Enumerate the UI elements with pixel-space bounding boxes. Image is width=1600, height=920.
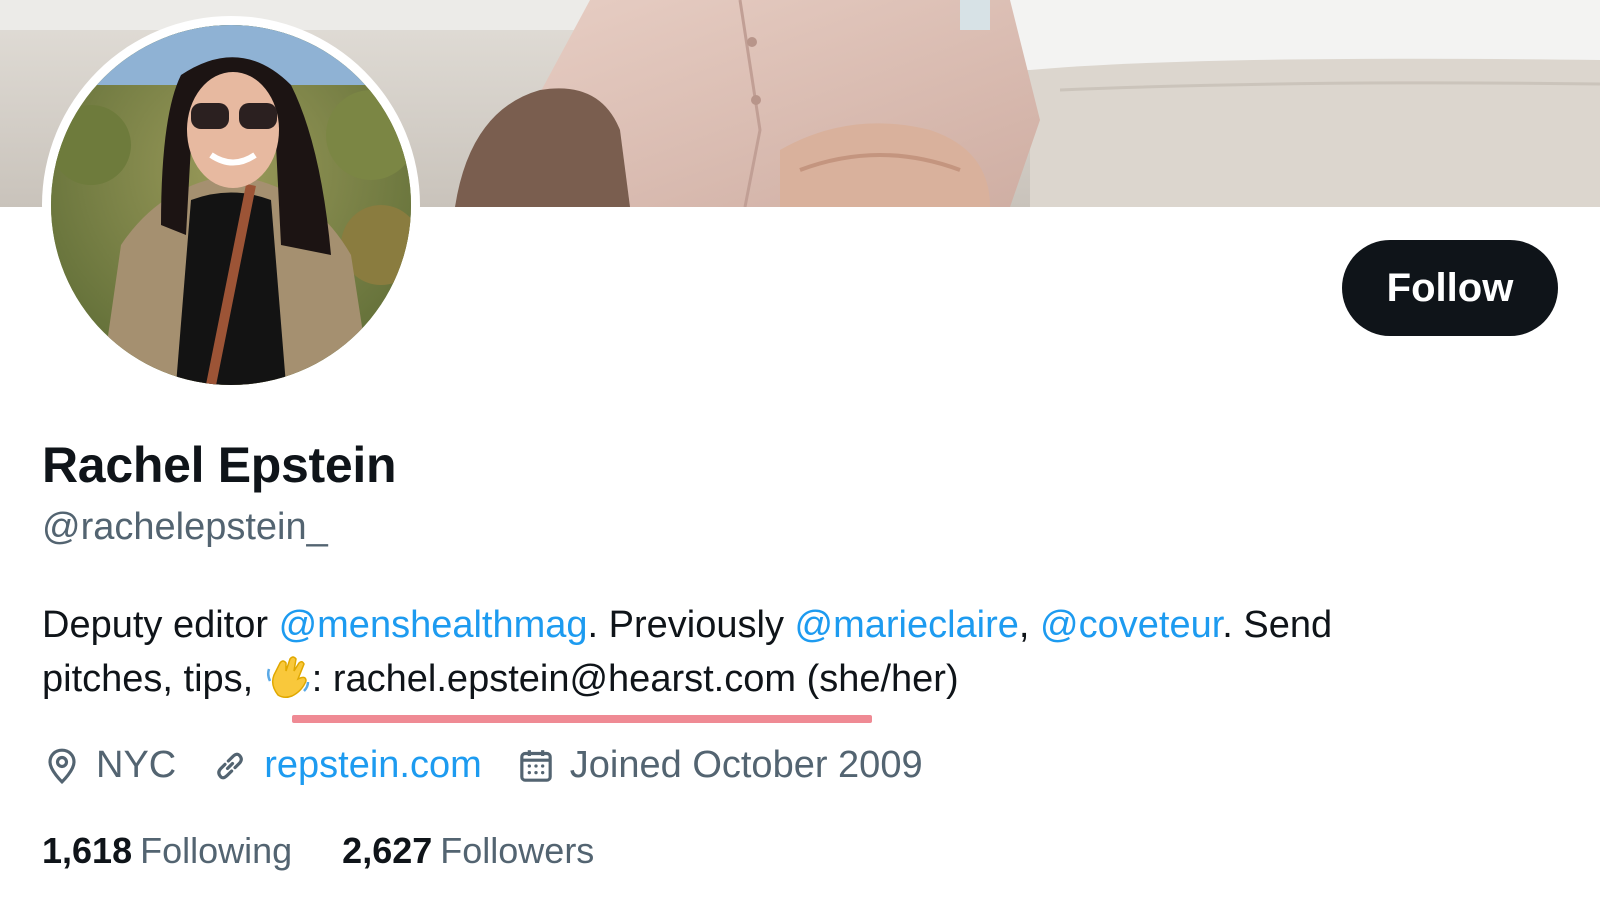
following-label: Following — [140, 830, 293, 871]
email-highlight-underline — [292, 715, 872, 723]
bio-text: Deputy editor — [42, 604, 279, 646]
location-pin-icon — [48, 748, 76, 784]
profile-handle: @rachelepstein_ — [42, 506, 328, 548]
follow-button[interactable]: Follow — [1342, 240, 1558, 336]
bio-text: pitches, tips, — [42, 658, 264, 700]
bio-text: , — [1018, 604, 1041, 646]
waving-hand-icon — [266, 655, 310, 699]
website-item[interactable]: repstein.com — [210, 744, 482, 787]
profile-meta: NYC repstein.com Joined October 2009 — [42, 744, 957, 787]
mention-link-menshealthmag[interactable]: @menshealthmag — [279, 604, 588, 646]
profile-bio: Deputy editor @menshealthmag. Previously… — [42, 598, 1542, 706]
profile-name: Rachel Epstein — [42, 437, 397, 493]
followers-label: Followers — [440, 830, 595, 871]
bio-text: : rachel.epstein@hearst.com (she/her) — [311, 658, 959, 700]
location-item: NYC — [42, 744, 176, 787]
following-count: 1,618 — [42, 830, 133, 871]
mention-link-coveteur[interactable]: @coveteur — [1040, 604, 1222, 646]
calendar-icon — [520, 749, 552, 782]
avatar[interactable] — [42, 16, 420, 394]
joined-text: Joined October 2009 — [569, 744, 923, 786]
followers-count: 2,627 — [342, 830, 433, 871]
following-link[interactable]: 1,618 Following — [42, 830, 292, 872]
profile-stats: 1,618 Following 2,627 Followers — [42, 830, 644, 872]
joined-item: Joined October 2009 — [516, 744, 923, 787]
link-icon — [217, 752, 244, 779]
website-link[interactable]: repstein.com — [264, 744, 482, 787]
mention-link-marieclaire[interactable]: @marieclaire — [795, 604, 1019, 646]
bio-text: . Previously — [587, 604, 795, 646]
followers-link[interactable]: 2,627 Followers — [342, 830, 594, 872]
location-text: NYC — [96, 744, 177, 786]
bio-text: . Send — [1222, 604, 1333, 646]
